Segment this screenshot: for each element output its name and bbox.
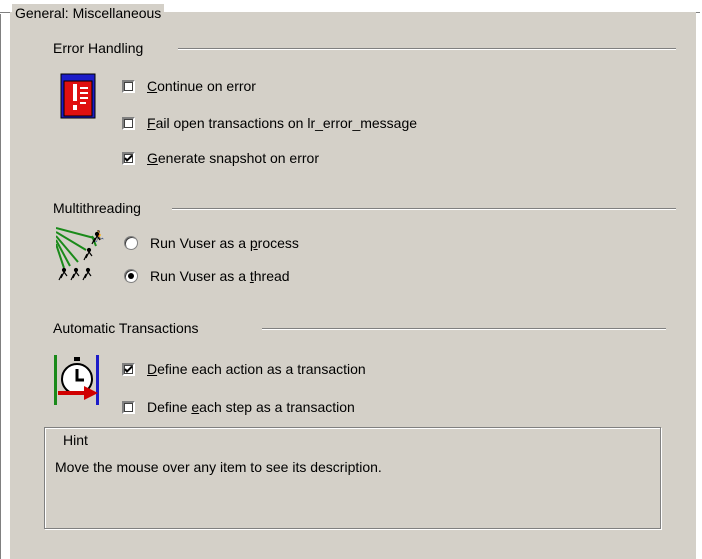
stopwatch-arrow-icon <box>54 355 104 408</box>
automatic-transactions-separator <box>262 328 666 330</box>
run-as-thread-label: Run Vuser as a thread <box>150 268 290 284</box>
hint-text: Move the mouse over any item to see its … <box>55 459 382 475</box>
radio-selected-dot <box>128 273 134 279</box>
continue-on-error-box[interactable] <box>122 79 135 93</box>
generate-snapshot-checkbox[interactable]: Generate snapshot on error <box>122 149 319 167</box>
fail-open-transactions-label: Fail open transactions on lr_error_messa… <box>147 115 418 131</box>
fail-open-transactions-box[interactable] <box>122 116 135 130</box>
run-as-thread-radio[interactable]: Run Vuser as a thread <box>124 267 290 285</box>
general-group-left-border <box>0 12 2 559</box>
multithreading-title: Multithreading <box>50 199 144 217</box>
general-group-title: General: Miscellaneous <box>12 4 165 22</box>
error-document-icon <box>60 73 96 122</box>
generate-snapshot-box[interactable] <box>122 151 135 165</box>
define-action-transaction-label: Define each action as a transaction <box>147 361 366 377</box>
automatic-transactions-title: Automatic Transactions <box>50 319 202 337</box>
run-as-process-radio-circle[interactable] <box>124 236 138 250</box>
define-action-transaction-box[interactable] <box>122 362 135 376</box>
checkmark-icon <box>124 365 133 373</box>
hint-group <box>44 427 661 529</box>
define-action-transaction-checkbox[interactable]: Define each action as a transaction <box>122 360 366 378</box>
run-as-process-radio[interactable]: Run Vuser as a process <box>124 234 299 252</box>
define-step-transaction-checkbox[interactable]: Define each step as a transaction <box>122 398 355 416</box>
hint-title: Hint <box>60 431 91 449</box>
continue-on-error-label: Continue on error <box>147 78 256 94</box>
checkmark-icon <box>124 154 133 162</box>
run-as-thread-radio-circle[interactable] <box>124 269 138 283</box>
multithreading-separator <box>172 208 676 210</box>
define-step-transaction-box[interactable] <box>122 400 135 414</box>
define-step-transaction-label: Define each step as a transaction <box>147 399 355 415</box>
runner-threads-icon: 🏃 <box>55 226 108 285</box>
continue-on-error-checkbox[interactable]: Continue on error <box>122 77 256 95</box>
error-handling-separator <box>178 48 676 50</box>
run-as-process-label: Run Vuser as a process <box>150 235 299 251</box>
fail-open-transactions-checkbox[interactable]: Fail open transactions on lr_error_messa… <box>122 114 417 132</box>
generate-snapshot-label: Generate snapshot on error <box>147 150 319 166</box>
error-handling-title: Error Handling <box>50 39 147 57</box>
